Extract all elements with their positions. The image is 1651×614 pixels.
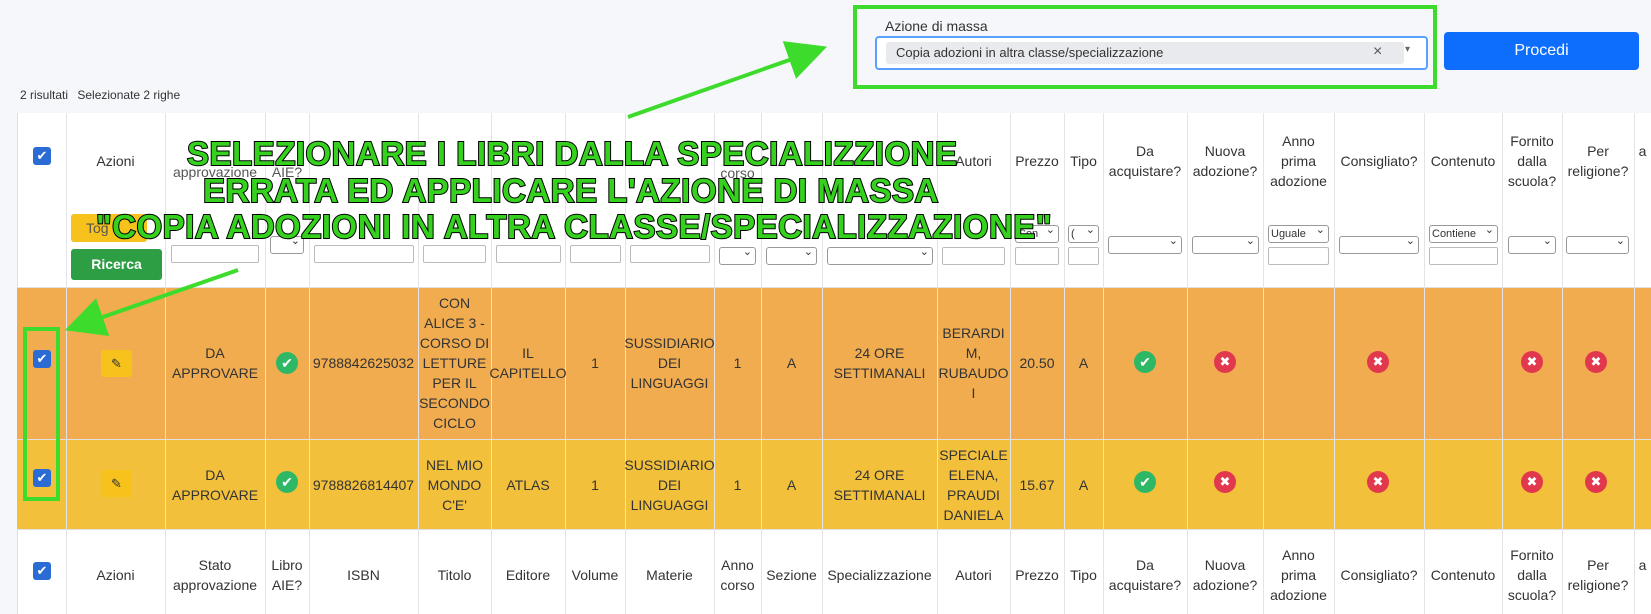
annotation-arrows: [64, 41, 828, 336]
arrow-to-checkboxes: [64, 268, 239, 336]
annotation-line-2: ERRATA ED APPLICARE L'AZIONE DI MASSA: [202, 171, 939, 210]
annotation-line-3: "COPIA ADOZIONI IN ALTRA CLASSE/SPECIALI…: [95, 207, 1052, 246]
annotation-line-1: SELEZIONARE I LIBRI DALLA SPECIALIZZIONE: [186, 134, 958, 173]
arrow-to-mass-action: [627, 41, 828, 119]
